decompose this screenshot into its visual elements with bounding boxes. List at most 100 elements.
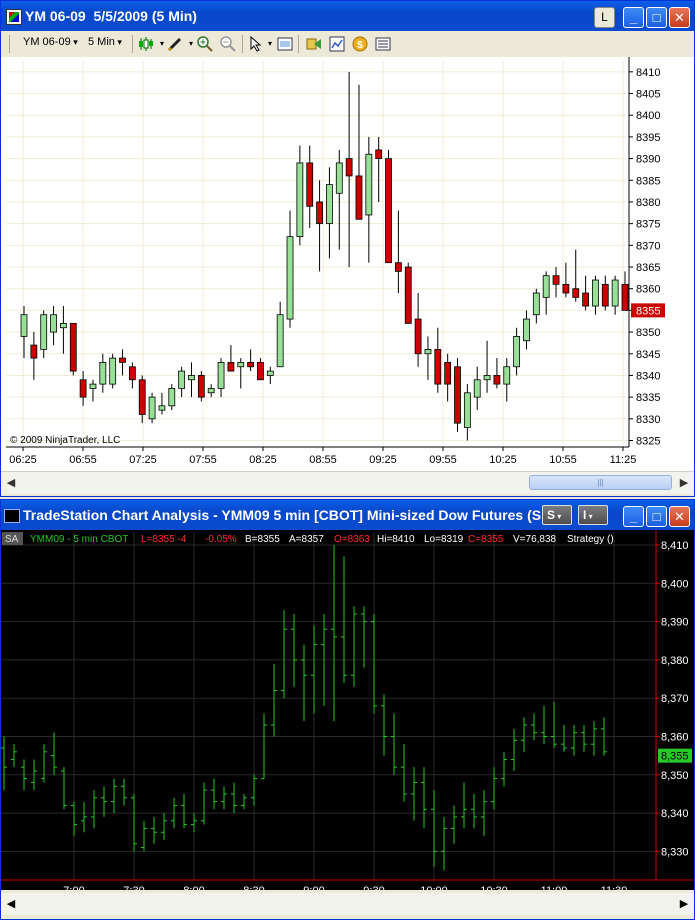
title-bar[interactable]: YM 06-09 5/5/2009 (5 Min) L _ □ ✕: [1, 1, 694, 31]
s-menu-button[interactable]: S ▾: [542, 505, 572, 525]
pencil-icon[interactable]: [167, 36, 183, 52]
candle-body: [592, 279, 599, 307]
candle-body: [296, 162, 304, 238]
i-menu-button[interactable]: I ▾: [578, 505, 608, 525]
y-tick-label: 8,410: [661, 540, 689, 552]
y-tick-label: 8,390: [661, 617, 689, 629]
candle-body: [621, 283, 629, 311]
x-tick-label: 11:25: [610, 454, 637, 466]
candle-body: [335, 162, 343, 194]
scroll-right-arrow-icon[interactable]: ▶: [676, 475, 692, 491]
x-tick-label: 06:25: [9, 454, 37, 466]
y-tick-label: 8380: [636, 197, 660, 209]
title-bar[interactable]: TradeStation Chart Analysis - YMM09 5 mi…: [1, 500, 694, 530]
data-box-icon[interactable]: [375, 36, 391, 52]
scrollbar-thumb[interactable]: |||: [529, 475, 672, 490]
y-tick-label: 8395: [636, 132, 660, 144]
zoom-out-icon[interactable]: [220, 36, 236, 52]
y-tick-label: 8350: [636, 327, 660, 339]
chart-trader-icon[interactable]: [329, 36, 345, 52]
high-label: Hi=8410: [377, 534, 415, 545]
candle-body: [237, 362, 245, 368]
y-tick-label: 8,340: [661, 808, 689, 820]
scroll-right-arrow-icon[interactable]: ▶: [676, 896, 692, 912]
money-icon[interactable]: $: [352, 36, 368, 52]
scroll-left-arrow-icon[interactable]: ◀: [3, 475, 19, 491]
scrollbar-track[interactable]: [1, 893, 694, 915]
chevron-down-icon[interactable]: ▾: [262, 36, 278, 52]
horizontal-scrollbar[interactable]: ◀ ▶: [1, 890, 694, 919]
sa-label: SA: [5, 534, 19, 545]
x-tick-label: 08:55: [309, 454, 337, 466]
tradestation-chart-window: TradeStation Chart Analysis - YMM09 5 mi…: [0, 499, 695, 920]
toolbar-grip: [9, 35, 10, 53]
minimize-button[interactable]: _: [623, 7, 644, 28]
candle-body: [414, 318, 422, 355]
candle-body: [562, 283, 570, 294]
candle-body: [532, 292, 540, 316]
ohlc-bar-chart[interactable]: SA YMM09 - 5 min CBOT L=8355 -4 -0.05% B=835…: [1, 530, 694, 897]
maximize-button[interactable]: □: [646, 7, 667, 28]
y-tick-label: 8345: [636, 349, 660, 361]
x-tick-label: 10:25: [489, 454, 517, 466]
candlestick-chart[interactable]: 8410 8405 8400 8395 8390 8385 8380 8375 8370 8365…: [1, 57, 694, 471]
instrument-dropdown[interactable]: YM 06-09: [23, 36, 78, 48]
candle-body: [365, 153, 373, 216]
volume-label: V=76,838: [513, 534, 557, 545]
y-tick-label: 8,350: [661, 770, 689, 782]
candle-body: [89, 383, 97, 389]
candle-body: [513, 336, 521, 368]
candle-body: [50, 314, 57, 333]
candle-body: [394, 262, 402, 272]
close-button[interactable]: ✕: [669, 506, 690, 527]
candle-body: [542, 275, 550, 298]
candle-body: [493, 375, 501, 385]
maximize-button[interactable]: □: [646, 506, 667, 527]
low-label: Lo=8319: [424, 534, 464, 545]
candle-body: [257, 362, 264, 381]
app-icon: [6, 9, 22, 25]
last-label: L=8355 -4: [141, 534, 187, 545]
horizontal-scrollbar[interactable]: ◀ ||| ▶: [1, 471, 694, 494]
toolbar-separator: [132, 35, 133, 53]
candle-body: [207, 388, 215, 394]
y-tick-label: 8,380: [661, 655, 689, 667]
candle-body: [454, 366, 461, 424]
last-price-label: 8355: [636, 305, 660, 317]
strategy-icon[interactable]: [306, 36, 322, 52]
y-tick-label: 8385: [636, 175, 660, 187]
y-tick-label: 8390: [636, 154, 660, 166]
candle-body: [69, 322, 77, 372]
candle-body: [197, 375, 205, 398]
scroll-left-arrow-icon[interactable]: ◀: [3, 896, 19, 912]
y-tick-label: 8410: [636, 67, 660, 79]
y-tick-label: 8,400: [661, 578, 689, 590]
y-tick-label: 8400: [636, 110, 660, 122]
candle-body: [99, 362, 107, 385]
candlestick-icon[interactable]: [138, 36, 154, 52]
interval-dropdown[interactable]: 5 Min: [88, 36, 122, 48]
zoom-in-icon[interactable]: [197, 36, 213, 52]
candle-body: [444, 362, 452, 385]
candle-body: [79, 379, 87, 398]
y-tick-label: 8,330: [661, 846, 689, 858]
toolbar-separator: [242, 35, 243, 53]
candle-body: [434, 349, 442, 385]
y-tick-label: 8370: [636, 240, 660, 252]
minimize-button[interactable]: _: [623, 506, 644, 527]
close-button[interactable]: ✕: [669, 7, 690, 28]
toolbar-separator: [298, 35, 299, 53]
candle-body: [109, 357, 117, 385]
candle-body: [217, 362, 225, 389]
properties-icon[interactable]: [277, 36, 293, 52]
candle-body: [552, 275, 560, 285]
candle-body: [611, 279, 619, 307]
y-tick-label: 8375: [636, 219, 660, 231]
x-tick-label: 10:55: [549, 454, 577, 466]
x-tick-label: 06:55: [69, 454, 97, 466]
candle-body: [523, 318, 530, 342]
y-tick-label: 8335: [636, 392, 660, 404]
open-label: O=8363: [334, 534, 370, 545]
candle-body: [582, 292, 589, 307]
link-button[interactable]: L: [594, 7, 615, 28]
